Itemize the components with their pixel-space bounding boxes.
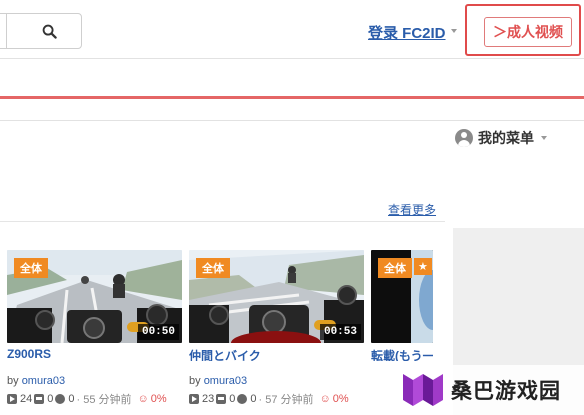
menu-row: 我的菜单 — [0, 59, 584, 147]
login-fc2id-link[interactable]: 登录 FC2ID — [368, 22, 446, 43]
video-byline: by omura03 — [7, 375, 65, 387]
upload-time: · 55 分钟前 — [76, 394, 132, 406]
video-thumbnail[interactable]: 全体 00:50 — [7, 250, 182, 343]
user-avatar-icon — [455, 129, 473, 147]
video-title[interactable]: Z900RS — [7, 347, 182, 361]
highlight-underline — [0, 96, 584, 99]
chat-bubble-icon — [55, 394, 66, 404]
smile-icon: ☺ — [137, 393, 149, 405]
play-count: 23 — [202, 393, 215, 405]
login-caret-icon[interactable] — [451, 29, 457, 33]
play-count-icon — [7, 394, 17, 404]
see-more-link[interactable]: 查看更多 — [388, 201, 436, 218]
video-thumbnail[interactable]: 全体 00:53 — [189, 250, 364, 343]
bubble-count: 0 — [68, 393, 75, 405]
video-byline: by omura03 — [189, 375, 247, 387]
watermark-text: 桑巴游戏园 — [451, 380, 561, 403]
my-menu-dropdown[interactable]: 我的菜单 — [455, 128, 547, 148]
site-watermark: 桑巴游戏园 — [397, 365, 584, 415]
by-label: by — [7, 375, 19, 387]
search-icon — [42, 24, 57, 39]
by-label: by — [189, 375, 201, 387]
video-stats: 23 0 0 · 57 分钟前 ☺ 0% — [189, 391, 349, 407]
adult-videos-button[interactable]: ＞成人视频 — [484, 17, 572, 47]
featured-star-icon: ★ — [414, 258, 432, 275]
comment-count: 0 — [229, 393, 236, 405]
play-count-icon — [189, 394, 199, 404]
search-button[interactable] — [19, 14, 79, 48]
search-divider — [6, 14, 7, 48]
author-link[interactable]: omura03 — [22, 375, 65, 387]
divider — [0, 120, 584, 121]
video-card[interactable]: 全体 ★ 転載(もう一度 by — [371, 250, 433, 361]
section-divider — [0, 221, 445, 222]
play-count: 24 — [20, 393, 33, 405]
video-duration: 00:53 — [319, 324, 361, 340]
chat-bubble-icon — [237, 394, 248, 404]
search-box[interactable] — [0, 13, 82, 49]
bubble-count: 0 — [250, 393, 257, 405]
rating-badge: 全体 — [14, 258, 48, 278]
rating-badge: 全体 — [196, 258, 230, 278]
video-title[interactable]: 仲間とバイク — [189, 347, 364, 361]
video-card[interactable]: 全体 00:50 Z900RS by omura03 24 0 0 · 55 分… — [7, 250, 182, 406]
video-title[interactable]: 転載(もう一度 — [371, 347, 433, 361]
like-percent: 0% — [150, 393, 167, 405]
watermark-logo-icon — [403, 374, 443, 406]
video-duration: 00:50 — [137, 324, 179, 340]
rating-badge: 全体 — [378, 258, 412, 278]
video-thumbnail[interactable]: 全体 ★ — [371, 250, 433, 343]
author-link[interactable]: omura03 — [204, 375, 247, 387]
chevron-down-icon — [541, 136, 547, 140]
comment-icon — [34, 394, 45, 404]
comment-icon — [216, 394, 227, 404]
my-menu-label: 我的菜单 — [478, 130, 534, 146]
video-stats: 24 0 0 · 55 分钟前 ☺ 0% — [7, 391, 167, 407]
comment-count: 0 — [47, 393, 54, 405]
upload-time: · 57 分钟前 — [258, 394, 314, 406]
top-header: 登录 FC2ID ＞成人视频 — [0, 0, 584, 59]
video-card[interactable]: 全体 00:53 仲間とバイク by omura03 23 0 0 · 57 分… — [189, 250, 364, 406]
smile-icon: ☺ — [319, 393, 331, 405]
like-percent: 0% — [332, 393, 349, 405]
